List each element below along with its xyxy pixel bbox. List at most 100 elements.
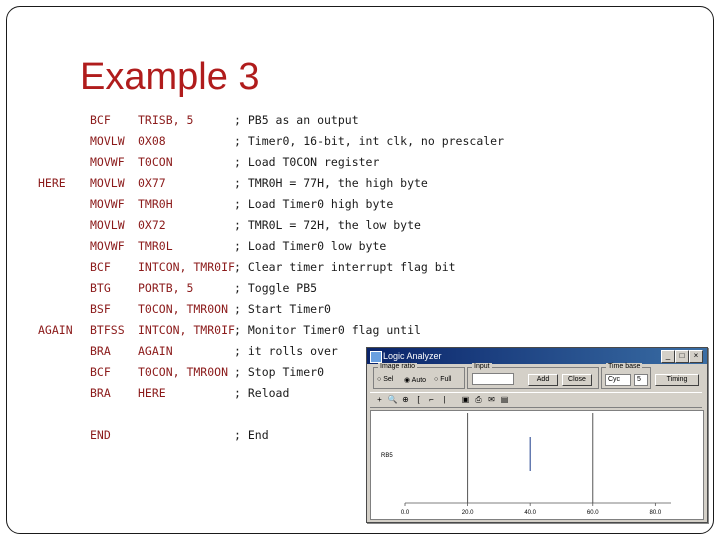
code-operand: INTCON, TMR0IF (138, 323, 235, 337)
code-opcode: BCF (90, 365, 111, 379)
code-comment: ; Load Timer0 low byte (234, 239, 387, 253)
code-line: MOVWF TMR0L ; Load Timer0 low byte (0, 236, 720, 256)
x-tick-label: 60.0 (587, 510, 599, 516)
cursor-icon[interactable]: ⌐ (426, 394, 437, 405)
code-opcode: MOVLW (90, 218, 125, 232)
code-operand: AGAIN (138, 344, 173, 358)
code-opcode: MOVLW (90, 134, 125, 148)
group-label: Input (472, 363, 492, 370)
group-label: Time base (606, 363, 643, 370)
zoom-in-icon[interactable]: 🔍 (387, 394, 398, 405)
code-opcode: BRA (90, 344, 111, 358)
export-icon[interactable]: ▤ (499, 394, 510, 405)
print-icon[interactable]: ⎙ (473, 394, 484, 405)
code-operand: TMR0L (138, 239, 173, 253)
add-icon[interactable]: + (374, 394, 385, 405)
code-line: BCF TRISB, 5 ; PB5 as an output (0, 110, 720, 130)
code-operand: T0CON, TMR0ON (138, 365, 229, 379)
x-tick-label: 20.0 (462, 510, 474, 516)
code-opcode: BCF (90, 113, 111, 127)
code-operand: T0CON (138, 155, 173, 169)
code-operand: PORTB, 5 (138, 281, 194, 295)
code-comment: ; Monitor Timer0 flag until (234, 323, 421, 337)
maximize-button[interactable]: □ (675, 350, 689, 363)
code-opcode: BSF (90, 302, 111, 316)
code-opcode: END (90, 428, 111, 442)
code-comment: ; Toggle PB5 (234, 281, 318, 295)
code-comment: ; Load T0CON register (234, 155, 380, 169)
grid-icon[interactable]: ▣ (460, 394, 471, 405)
close-input-button[interactable]: Close (562, 374, 592, 386)
time-base-group: Time base Cyc 5 (601, 363, 651, 389)
code-opcode: MOVWF (90, 239, 125, 253)
radio-full[interactable]: ○ Full (434, 376, 451, 383)
code-operand: 0X77 (138, 176, 166, 190)
code-comment: ; it rolls over (234, 344, 338, 358)
code-comment: ; Reload (234, 386, 290, 400)
code-comment: ; Clear timer interrupt flag bit (234, 260, 456, 274)
input-field[interactable] (472, 373, 514, 385)
code-comment: ; TMR0H = 77H, the high byte (234, 176, 428, 190)
code-line: HERE MOVLW 0X77 ; TMR0H = 77H, the high byt… (0, 173, 720, 193)
timing-button[interactable]: Timing (655, 374, 699, 386)
code-line: BCF INTCON, TMR0IF; Clear timer interrupt… (0, 257, 720, 277)
code-operand: HERE (138, 386, 166, 400)
minimize-button[interactable]: _ (661, 350, 675, 363)
x-tick-label: 0.0 (401, 510, 410, 516)
code-operand: T0CON, TMR0ON (138, 302, 229, 316)
time-base-select[interactable]: Cyc (605, 374, 631, 386)
code-opcode: BCF (90, 260, 111, 274)
logic-analyzer-window: Logic Analyzer _ □ × Image ratio ○ Sel ◉… (366, 347, 708, 523)
code-comment: ; Timer0, 16-bit, int clk, no prescaler (234, 134, 505, 148)
code-opcode: MOVWF (90, 155, 125, 169)
code-comment: ; Stop Timer0 (234, 365, 325, 379)
code-comment: ; End (234, 428, 269, 442)
code-opcode: MOVWF (90, 197, 125, 211)
mail-icon[interactable]: ✉ (486, 394, 497, 405)
code-line: BTG PORTB, 5 ; Toggle PB5 (0, 278, 720, 298)
radio-auto[interactable]: ◉ Auto (404, 376, 426, 384)
radio-sel[interactable]: ○ Sel (377, 376, 393, 383)
x-tick-label: 40.0 (524, 510, 536, 516)
image-ratio-group: Image ratio ○ Sel ◉ Auto ○ Full (373, 363, 465, 389)
code-opcode: BTFSS (90, 323, 125, 337)
code-line: MOVWF TMR0H ; Load Timer0 high byte (0, 194, 720, 214)
code-line: MOVLW 0X08 ; Timer0, 16-bit, int clk, no p… (0, 131, 720, 151)
code-operand: INTCON, TMR0IF (138, 260, 235, 274)
marker-icon[interactable]: | (439, 394, 450, 405)
app-icon (370, 351, 382, 363)
code-operand: TMR0H (138, 197, 173, 211)
select-icon[interactable]: [ (413, 394, 424, 405)
code-label: HERE (38, 176, 66, 190)
code-comment: ; PB5 as an output (234, 113, 359, 127)
code-comment: ; TMR0L = 72H, the low byte (234, 218, 421, 232)
code-line: MOVLW 0X72 ; TMR0L = 72H, the low byte (0, 215, 720, 235)
code-opcode: BTG (90, 281, 111, 295)
x-tick-label: 80.0 (650, 510, 662, 516)
code-operand: 0X72 (138, 218, 166, 232)
code-line: MOVWF T0CON ; Load T0CON register (0, 152, 720, 172)
zoom-icon[interactable]: ⊕ (400, 394, 411, 405)
code-comment: ; Start Timer0 (234, 302, 331, 316)
add-button[interactable]: Add (528, 374, 558, 386)
title-bar[interactable]: Logic Analyzer _ □ × (367, 348, 707, 364)
code-line: BSF T0CON, TMR0ON ; Start Timer0 (0, 299, 720, 319)
window-title: Logic Analyzer (383, 351, 442, 361)
input-group: Input Add Close (467, 363, 599, 389)
toolbar: + 🔍 ⊕[⌐ | ▣ ⎙ ✉ ▤ (370, 392, 702, 408)
code-operand: TRISB, 5 (138, 113, 194, 127)
radio-label: Sel (383, 376, 394, 383)
radio-label: Auto (411, 377, 427, 384)
group-label: Image ratio (378, 363, 418, 370)
code-opcode: MOVLW (90, 176, 125, 190)
close-button[interactable]: × (689, 350, 703, 363)
code-line: AGAIN BTFSS INTCON, TMR0IF; Monitor Timer0… (0, 320, 720, 340)
options-panel: Image ratio ○ Sel ◉ Auto ○ Full Input Ad… (373, 363, 701, 389)
time-unit-field[interactable]: 5 (634, 374, 648, 386)
code-opcode: BRA (90, 386, 111, 400)
code-comment: ; Load Timer0 high byte (234, 197, 394, 211)
code-label: AGAIN (38, 323, 73, 337)
radio-label: Full (440, 376, 452, 383)
code-operand: 0X08 (138, 134, 166, 148)
signal-label: RB5 (381, 453, 393, 459)
